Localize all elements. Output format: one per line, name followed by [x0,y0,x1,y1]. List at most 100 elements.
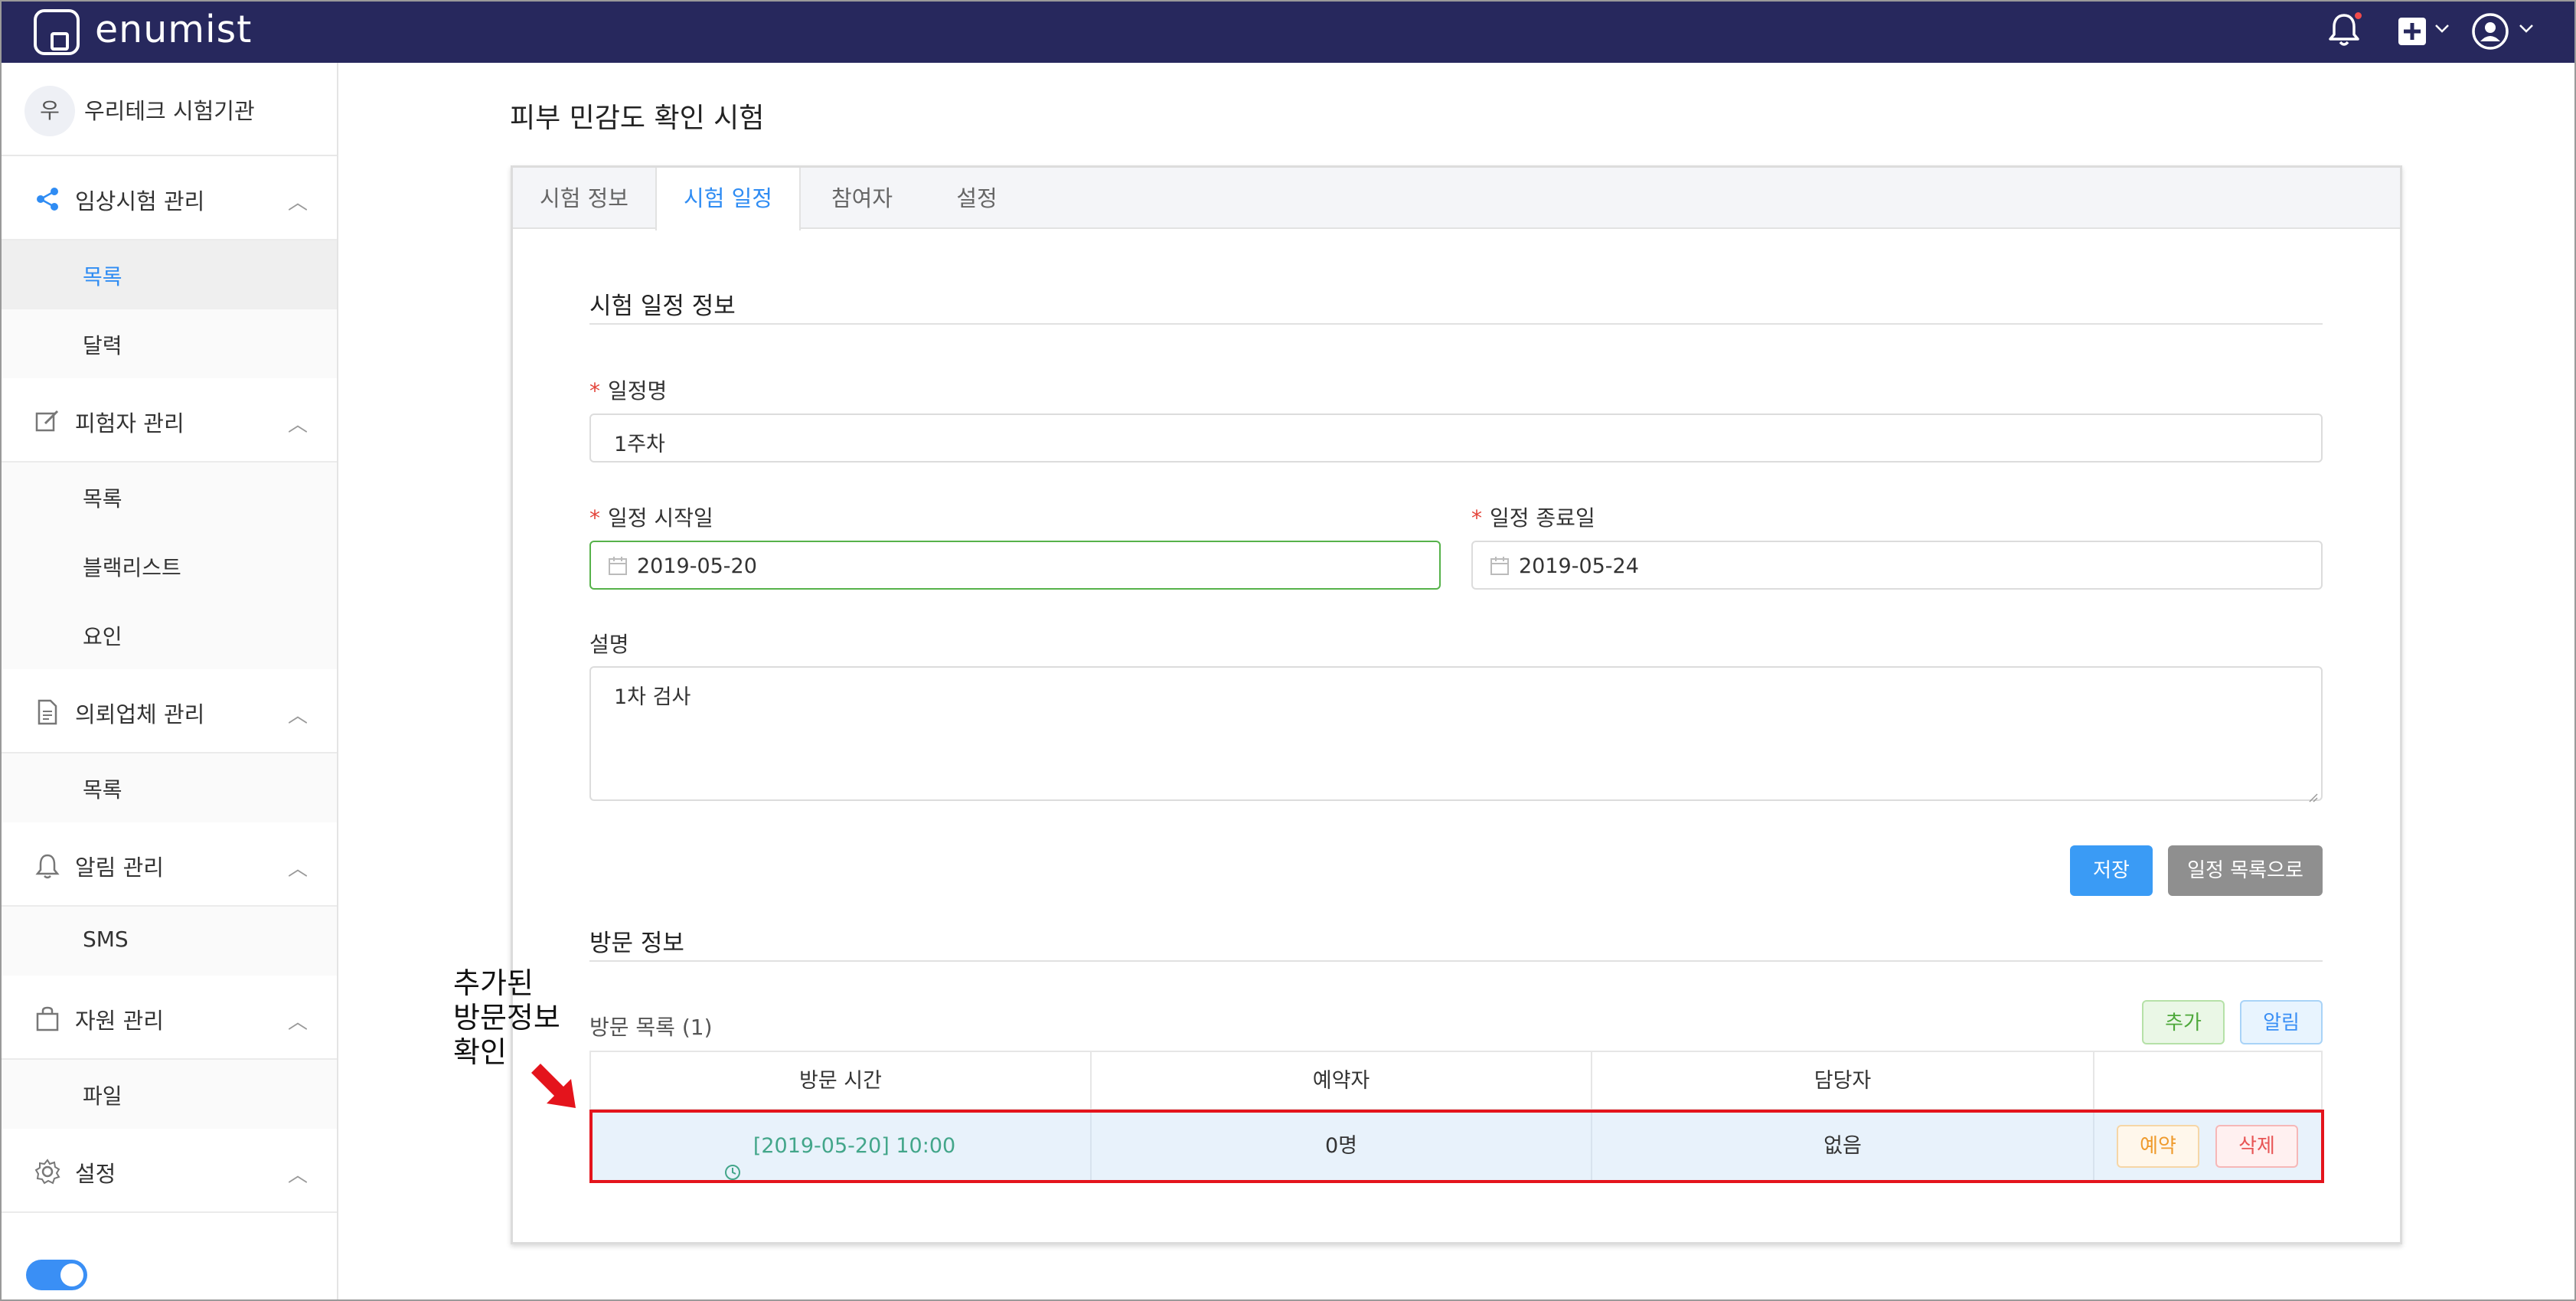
start-date-input[interactable]: 2019-05-20 [589,541,1441,590]
chevron-up-icon[interactable]: ︿ [288,409,308,437]
sidebar-subgroup: SMS [0,907,337,976]
sidebar-item-sponsor-list[interactable]: 목록 [0,753,337,822]
schedule-section-heading: 시험 일정 정보 [589,293,736,320]
visit-time-text: [2019-05-20] 10:00 [753,1134,956,1158]
table-row[interactable]: [2019-05-20] 10:00 0명 없음 [589,1110,2323,1182]
chevron-up-icon[interactable]: ︿ [288,853,308,881]
column-header: 방문 시간 [589,1052,1090,1110]
sidebar-subgroup: 목록 [0,753,337,822]
field-label-text: 일정 시작일 [608,505,713,531]
logo-icon[interactable] [34,9,80,55]
gear-icon [34,1158,61,1185]
back-to-schedule-list-button[interactable]: 일정 목록으로 [2168,845,2323,896]
page-title: 피부 민감도 확인 시험 [510,103,765,134]
table-header: 방문 시간 예약자 담당자 [589,1051,2323,1110]
sidebar-item-subject-list[interactable]: 목록 [0,463,337,531]
sidebar-section-trials[interactable]: 임상시험 관리 ︿ [0,156,337,240]
org-header: 우 우리테크 시험기관 [0,63,337,156]
resize-handle-icon[interactable] [2306,784,2318,803]
chevron-up-icon[interactable]: ︿ [288,700,308,728]
sidebar-section-subjects[interactable]: 피험자 관리 ︿ [0,378,337,463]
visit-list-title: 방문 목록 (1) [589,1015,713,1040]
input-value: 2019-05-24 [1519,554,1639,578]
sidebar-section-sponsors[interactable]: 의뢰업체 관리 ︿ [0,669,337,753]
chevron-up-icon[interactable]: ︿ [288,187,308,215]
sidebar-section-notifications[interactable]: 알림 관리 ︿ [0,822,337,907]
sidebar-toggle[interactable] [26,1260,87,1290]
sidebar-item-calendar[interactable]: 달력 [0,309,337,378]
sidebar-section-label: 알림 관리 [75,855,164,881]
sidebar-section-settings[interactable]: 설정 ︿ [0,1129,337,1213]
sidebar-section-resources[interactable]: 자원 관리 ︿ [0,976,337,1060]
input-value: 1차 검사 [614,685,691,709]
description-label: 설명 [589,632,629,657]
description-textarea[interactable]: 1차 검사 [589,666,2323,803]
sidebar-item-sms[interactable]: SMS [0,907,337,976]
sidebar-item-label: 블랙리스트 [83,555,181,580]
clock-icon [724,1139,741,1180]
annotation-line: 추가된 [453,966,534,1000]
input-value: 1주차 [614,433,665,456]
tab-settings[interactable]: 설정 [923,168,1030,229]
chevron-down-icon[interactable] [2434,21,2450,38]
manager-cell: 없음 [1591,1110,2093,1182]
sidebar-item-label: 파일 [83,1084,122,1109]
notify-button[interactable]: 알림 [2240,1000,2323,1044]
required-mark: * [589,505,600,531]
required-mark: * [1471,505,1482,531]
sidebar-item-label: 요인 [83,624,122,649]
visit-time-cell: [2019-05-20] 10:00 [589,1110,1090,1182]
add-visit-button[interactable]: 추가 [2142,1000,2225,1044]
reserved-count-cell: 0명 [1090,1110,1591,1182]
column-header: 담당자 [1591,1052,2093,1110]
end-date-input[interactable]: 2019-05-24 [1471,541,2323,590]
chevron-up-icon[interactable]: ︿ [288,1006,308,1035]
column-header [2093,1052,2323,1110]
sidebar-item-label: 달력 [83,333,122,358]
save-button[interactable]: 저장 [2070,845,2153,896]
schedule-name-input[interactable]: 1주차 [589,414,2323,463]
annotation-text: 추가된 방문정보 확인 [453,966,560,1070]
sidebar-section-label: 피험자 관리 [75,410,184,436]
reserve-button[interactable]: 예약 [2117,1125,2199,1168]
add-icon[interactable] [2397,16,2427,47]
schedule-name-label: * 일정명 [589,374,667,405]
tab-trial-schedule[interactable]: 시험 일정 [655,168,801,230]
annotation-line: 방문정보 [453,1001,560,1035]
column-header: 예약자 [1090,1052,1591,1110]
sidebar-section-label: 설정 [75,1161,116,1187]
tab-trial-info[interactable]: 시험 정보 [513,168,655,229]
sidebar-subgroup: 파일 [0,1060,337,1129]
bell-icon [34,852,61,879]
sidebar-item-label: 목록 [83,264,122,289]
tab-bar: 시험 정보 시험 일정 참여자 설정 [513,168,2400,230]
org-name: 우리테크 시험기관 [84,98,255,124]
share-icon [34,185,61,213]
document-icon [34,698,61,726]
tab-participants[interactable]: 참여자 [801,168,923,229]
sidebar-item-factors[interactable]: 요인 [0,600,337,669]
section-divider [589,323,2323,325]
top-bar: enumist [0,0,2576,63]
sidebar-item-label: SMS [83,927,129,952]
user-avatar-icon[interactable] [2471,12,2509,51]
delete-button[interactable]: 삭제 [2215,1125,2298,1168]
sidebar-item-blacklist[interactable]: 블랙리스트 [0,531,337,600]
end-date-label: * 일정 종료일 [1471,502,1595,532]
bag-icon [34,1005,61,1032]
chevron-up-icon[interactable]: ︿ [288,1159,308,1188]
sidebar-item-files[interactable]: 파일 [0,1060,337,1129]
brand-name[interactable]: enumist [95,8,252,51]
org-avatar: 우 [24,86,75,136]
edit-icon [34,407,61,435]
sidebar-section-label: 임상시험 관리 [75,188,205,214]
chevron-down-icon[interactable] [2519,21,2534,38]
start-date-label: * 일정 시작일 [589,502,713,532]
calendar-icon [608,556,628,576]
section-divider [589,960,2323,962]
sidebar-section-label: 의뢰업체 관리 [75,701,205,727]
required-mark: * [589,378,600,404]
sidebar-item-trial-list[interactable]: 목록 [0,240,337,309]
visit-section-heading: 방문 정보 [589,930,684,957]
notification-dot [2353,11,2363,21]
